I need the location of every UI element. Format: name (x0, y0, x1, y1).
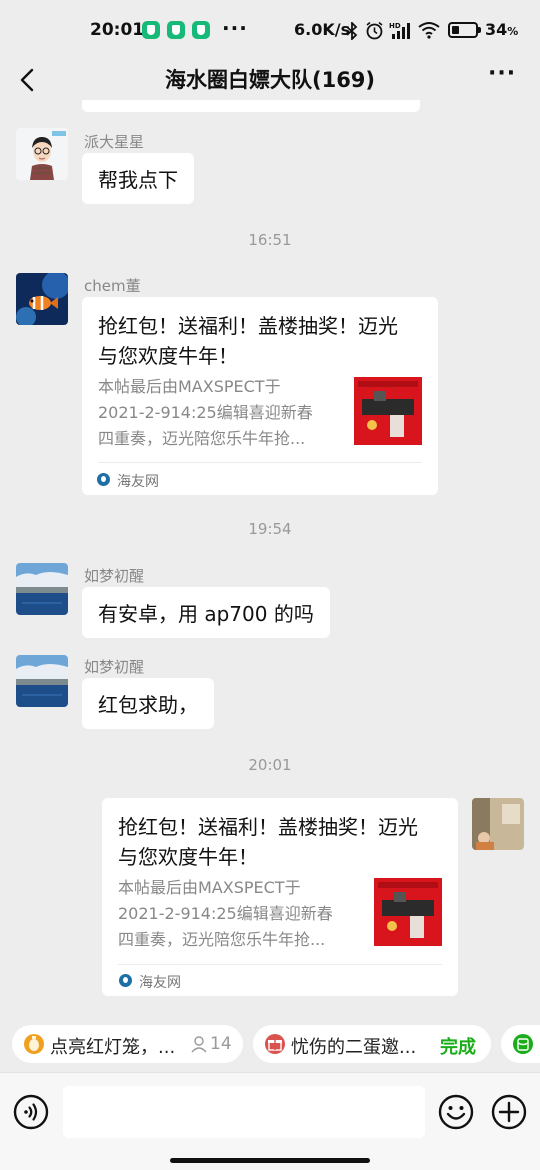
home-indicator[interactable] (170, 1158, 370, 1163)
link-card-title: 抢红包！送福利！盖楼抽奖！迈光 与您欢度牛年！ (118, 815, 418, 869)
signal-icon: HD (389, 22, 410, 39)
avatar-lake-icon (16, 655, 68, 707)
previous-message-bubble (82, 100, 420, 112)
topic-done-button[interactable]: 完成 (440, 1033, 476, 1059)
topic-pill[interactable]: 点亮红灯笼，... 14 (12, 1025, 243, 1063)
message-timestamp: 19:54 (248, 520, 292, 538)
link-card-source: 海友网 (117, 474, 159, 490)
alarm-icon (366, 21, 383, 40)
message-timestamp: 20:01 (248, 756, 292, 774)
shield-icon (192, 21, 210, 39)
voice-icon[interactable] (13, 1094, 49, 1130)
wifi-icon (418, 22, 440, 39)
topic-text: 点亮红灯笼，... (50, 1037, 176, 1058)
link-card-description: 本帖最后由MAXSPECT于 2021-2-914:25编辑喜迎新春 四重奏，迈… (98, 377, 313, 448)
avatar-photo-icon (472, 798, 524, 850)
message-bubble[interactable]: 有安卓，用 ap700 的吗 (82, 587, 330, 638)
avatar-self[interactable] (472, 798, 524, 850)
sender-name: 派大星星 (84, 133, 145, 151)
avatar-fish-icon (16, 273, 68, 325)
network-speed: 6.0K/s (294, 20, 351, 39)
message-bubble[interactable]: 红包求助， (82, 678, 214, 729)
sender-name: chem董 (84, 277, 141, 295)
link-card-divider (118, 964, 442, 965)
battery-icon (448, 22, 481, 38)
link-card-thumbnail (354, 377, 422, 445)
battery-percent: 34% (485, 20, 519, 39)
input-bar (0, 1072, 540, 1170)
shield-icon (142, 21, 160, 39)
redpacket-icon (513, 1034, 533, 1054)
person-icon (191, 1036, 207, 1053)
link-card-divider (98, 462, 422, 463)
topic-count: 14 (210, 1034, 232, 1054)
status-more-dots: ··· (222, 16, 248, 40)
message-timestamp: 16:51 (248, 231, 292, 249)
status-time: 20:01 (90, 20, 145, 40)
gift-icon (265, 1034, 285, 1054)
avatar-lake-icon (16, 563, 68, 615)
chat-header: 海水圈白嫖大队(169) ··· (0, 61, 540, 102)
source-logo-icon (97, 473, 110, 486)
source-logo-icon (119, 974, 132, 987)
avatar[interactable] (16, 273, 68, 325)
svg-text:HD: HD (389, 22, 401, 30)
link-card[interactable]: 抢红包！送福利！盖楼抽奖！迈光 与您欢度牛年！ 本帖最后由MAXSPECT于 2… (102, 798, 458, 996)
emoji-icon[interactable] (438, 1094, 474, 1130)
link-card-title: 抢红包！送福利！盖楼抽奖！迈光 与您欢度牛年！ (98, 314, 398, 368)
topic-pill[interactable]: 忧伤的二蛋邀... 完成 (253, 1025, 491, 1063)
avatar[interactable] (16, 128, 68, 180)
avatar[interactable] (16, 563, 68, 615)
lantern-icon (24, 1034, 44, 1054)
sender-name: 如梦初醒 (84, 567, 145, 585)
topic-strip: 点亮红灯笼，... 14 忧伤的二蛋邀... 完成 (0, 1016, 540, 1072)
topic-text: 忧伤的二蛋邀... (291, 1037, 417, 1058)
link-card-thumbnail (374, 878, 442, 946)
message-input[interactable] (63, 1086, 425, 1138)
status-bar: 20:01 ··· 6.0K/s HD 34% (0, 0, 540, 62)
chat-title[interactable]: 海水圈白嫖大队(169) (0, 64, 540, 94)
avatar-cartoon-icon (16, 128, 68, 180)
shield-icon (167, 21, 185, 39)
more-options-icon[interactable]: ··· (488, 61, 516, 86)
link-card[interactable]: 抢红包！送福利！盖楼抽奖！迈光 与您欢度牛年！ 本帖最后由MAXSPECT于 2… (82, 297, 438, 495)
bluetooth-icon (346, 22, 358, 40)
plus-icon[interactable] (491, 1094, 527, 1130)
link-card-description: 本帖最后由MAXSPECT于 2021-2-914:25编辑喜迎新春 四重奏，迈… (118, 878, 333, 949)
topic-pill[interactable] (501, 1025, 540, 1063)
message-bubble[interactable]: 帮我点下 (82, 153, 194, 204)
sender-name: 如梦初醒 (84, 658, 145, 676)
avatar[interactable] (16, 655, 68, 707)
link-card-source: 海友网 (139, 975, 181, 991)
